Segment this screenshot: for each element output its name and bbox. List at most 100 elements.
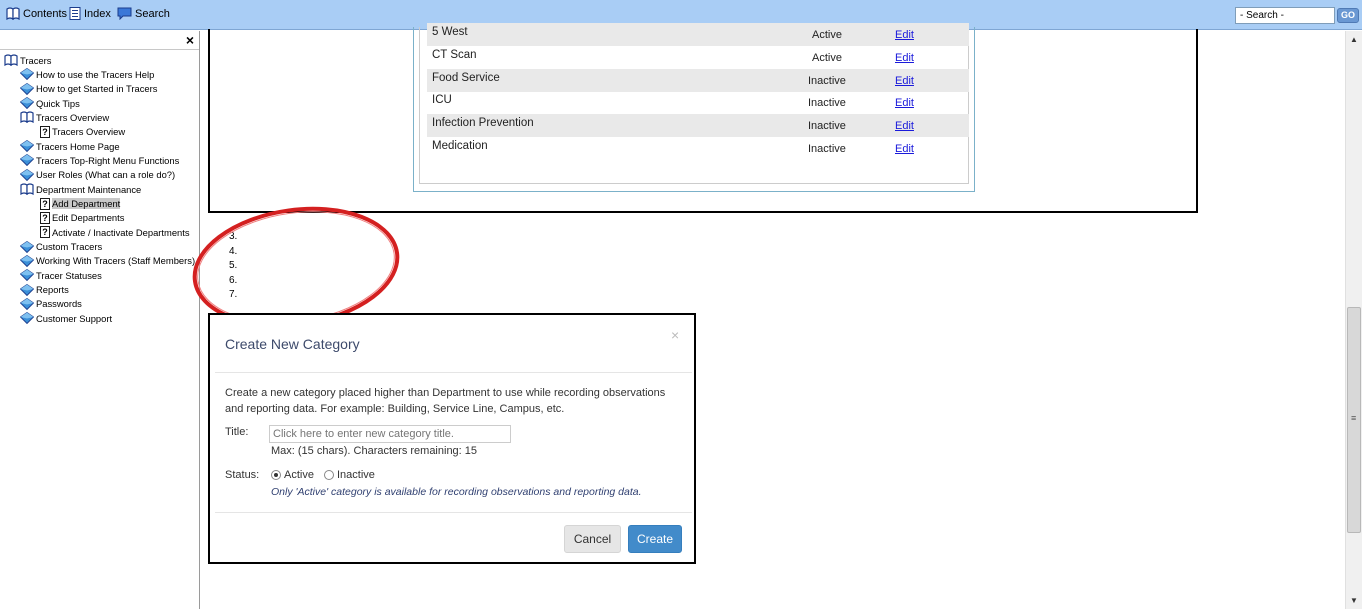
tree-item[interactable]: Working With Tracers (Staff Members) xyxy=(20,254,195,268)
tree-item[interactable]: Department Maintenance xyxy=(20,182,141,196)
grip-icon: ≡ xyxy=(1351,413,1357,423)
vertical-scrollbar[interactable]: ▲ ≡ ▼ xyxy=(1345,31,1362,609)
table-row: Medication Inactive Edit xyxy=(427,137,969,160)
department-status: Inactive xyxy=(808,97,846,110)
edit-link[interactable]: Edit xyxy=(895,52,914,64)
tree-item-label: Tracers xyxy=(20,54,52,66)
tree-item[interactable]: Tracer Statuses xyxy=(20,268,102,282)
contents-tab[interactable]: Contents xyxy=(6,7,67,20)
characters-remaining-note: Max: (15 chars). Characters remaining: 1… xyxy=(271,445,478,457)
tree-item[interactable]: ? Edit Departments xyxy=(40,211,124,225)
status-active-label: Active xyxy=(284,469,314,481)
book-icon xyxy=(20,254,34,267)
tree-item-label: Tracers Overview xyxy=(36,111,110,123)
contents-label: Contents xyxy=(23,7,68,20)
tree-item[interactable]: Quick Tips xyxy=(20,96,80,110)
tree-item[interactable]: User Roles (What can a role do?) xyxy=(20,168,175,182)
book-icon xyxy=(20,140,34,153)
tree-item-label: Custom Tracers xyxy=(36,241,103,253)
tree-item-label: User Roles (What can a role do?) xyxy=(36,169,176,181)
table-row: 5 West Active Edit xyxy=(427,23,969,46)
book-icon xyxy=(20,297,34,310)
book-icon xyxy=(20,312,34,325)
department-status: Active xyxy=(812,29,842,41)
scrollbar-thumb[interactable]: ≡ xyxy=(1347,307,1361,533)
department-status: Active xyxy=(812,51,842,64)
tree-item[interactable]: ? Activate / Inactivate Departments xyxy=(40,225,190,239)
department-table: 5 West Active Edit CT Scan Active Edit Food Se… xyxy=(419,23,969,184)
search-tab[interactable]: Search xyxy=(117,7,170,20)
scroll-up-arrow-icon[interactable]: ▲ xyxy=(1350,35,1358,44)
help-page-icon: ? xyxy=(40,197,50,210)
scroll-down-arrow-icon[interactable]: ▼ xyxy=(1350,596,1358,605)
table-row: Food Service Inactive Edit xyxy=(427,68,969,92)
status-active-radio[interactable] xyxy=(271,470,281,480)
close-sidebar-button[interactable]: × xyxy=(186,32,194,48)
create-button[interactable]: Create xyxy=(628,525,682,553)
sidebar-divider xyxy=(0,49,199,50)
tree-item[interactable]: How to get Started in Tracers xyxy=(20,82,157,96)
help-page-icon: ? xyxy=(40,125,50,138)
index-tab[interactable]: Index xyxy=(69,7,111,20)
table-row: Infection Prevention Inactive Edit xyxy=(427,114,969,138)
tree-item-label: Edit Departments xyxy=(52,212,125,224)
topic-content: 5 West Active Edit CT Scan Active Edit Food Se… xyxy=(192,23,1345,609)
edit-link[interactable]: Edit xyxy=(895,97,914,109)
tree-item-label: Reports xyxy=(36,284,69,296)
tree-item[interactable]: ? Add Department xyxy=(40,197,121,211)
department-status: Inactive xyxy=(808,143,846,155)
status-inactive-radio[interactable] xyxy=(324,470,334,480)
book-icon xyxy=(20,68,34,81)
edit-link[interactable]: Edit xyxy=(895,29,914,41)
tree-item-label: Tracers Overview xyxy=(52,126,126,138)
help-page-icon: ? xyxy=(40,226,50,239)
table-row: CT Scan Active Edit xyxy=(427,46,969,69)
department-status: Inactive xyxy=(808,74,846,87)
book-icon xyxy=(20,82,34,95)
edit-link[interactable]: Edit xyxy=(895,143,914,155)
department-name: Food Service xyxy=(432,71,500,84)
tree-item-label: Working With Tracers (Staff Members) xyxy=(36,255,196,267)
tree-item-label: Add Department xyxy=(52,198,121,209)
tree-item[interactable]: Custom Tracers xyxy=(20,240,102,254)
book-icon xyxy=(20,97,34,110)
tree-item-label: Tracers Home Page xyxy=(36,140,120,152)
tree-item[interactable]: Tracers Overview xyxy=(20,110,109,124)
tree-item[interactable]: Tracers Top-Right Menu Functions xyxy=(20,153,179,167)
go-button[interactable]: GO xyxy=(1337,8,1359,23)
department-name: Medication xyxy=(432,140,488,152)
edit-link[interactable]: Edit xyxy=(895,120,914,132)
table-row: ICU Inactive Edit xyxy=(427,91,969,114)
tree-item[interactable]: Tracers xyxy=(4,53,51,67)
dialog-description: Create a new category placed higher than… xyxy=(225,387,666,415)
status-label: Status: xyxy=(225,469,260,481)
tree-item-label: Tracer Statuses xyxy=(36,269,102,281)
speech-bubble-icon xyxy=(117,7,132,20)
book-icon xyxy=(20,168,34,181)
status-note: Only 'Active' category is available for … xyxy=(271,486,642,498)
open-book-icon xyxy=(20,183,34,196)
index-label: Index xyxy=(84,7,111,20)
tree-item-label: Tracers Top-Right Menu Functions xyxy=(36,154,180,166)
help-page-icon: ? xyxy=(40,211,50,224)
department-name: CT Scan xyxy=(432,48,477,61)
dialog-close-button[interactable]: × xyxy=(671,327,679,343)
tree-item[interactable]: Passwords xyxy=(20,297,82,311)
tree-item[interactable]: Customer Support xyxy=(20,311,112,325)
search-input[interactable] xyxy=(1235,7,1335,24)
tree-item[interactable]: Reports xyxy=(20,283,69,297)
tree-item[interactable]: How to use the Tracers Help xyxy=(20,67,154,81)
cancel-button[interactable]: Cancel xyxy=(564,525,621,553)
title-label: Title: xyxy=(225,426,249,438)
department-status: Inactive xyxy=(808,120,846,133)
tree-item-label: Activate / Inactivate Departments xyxy=(52,226,190,238)
tree-item[interactable]: Tracers Home Page xyxy=(20,139,120,153)
tree-item[interactable]: ? Tracers Overview xyxy=(40,125,125,139)
category-title-input[interactable] xyxy=(269,425,511,443)
dialog-header-divider xyxy=(215,372,692,373)
edit-link[interactable]: Edit xyxy=(895,75,914,87)
book-icon xyxy=(20,269,34,282)
open-book-icon xyxy=(20,111,34,124)
tree-item-label: Quick Tips xyxy=(36,97,80,109)
status-inactive-label: Inactive xyxy=(337,469,375,481)
